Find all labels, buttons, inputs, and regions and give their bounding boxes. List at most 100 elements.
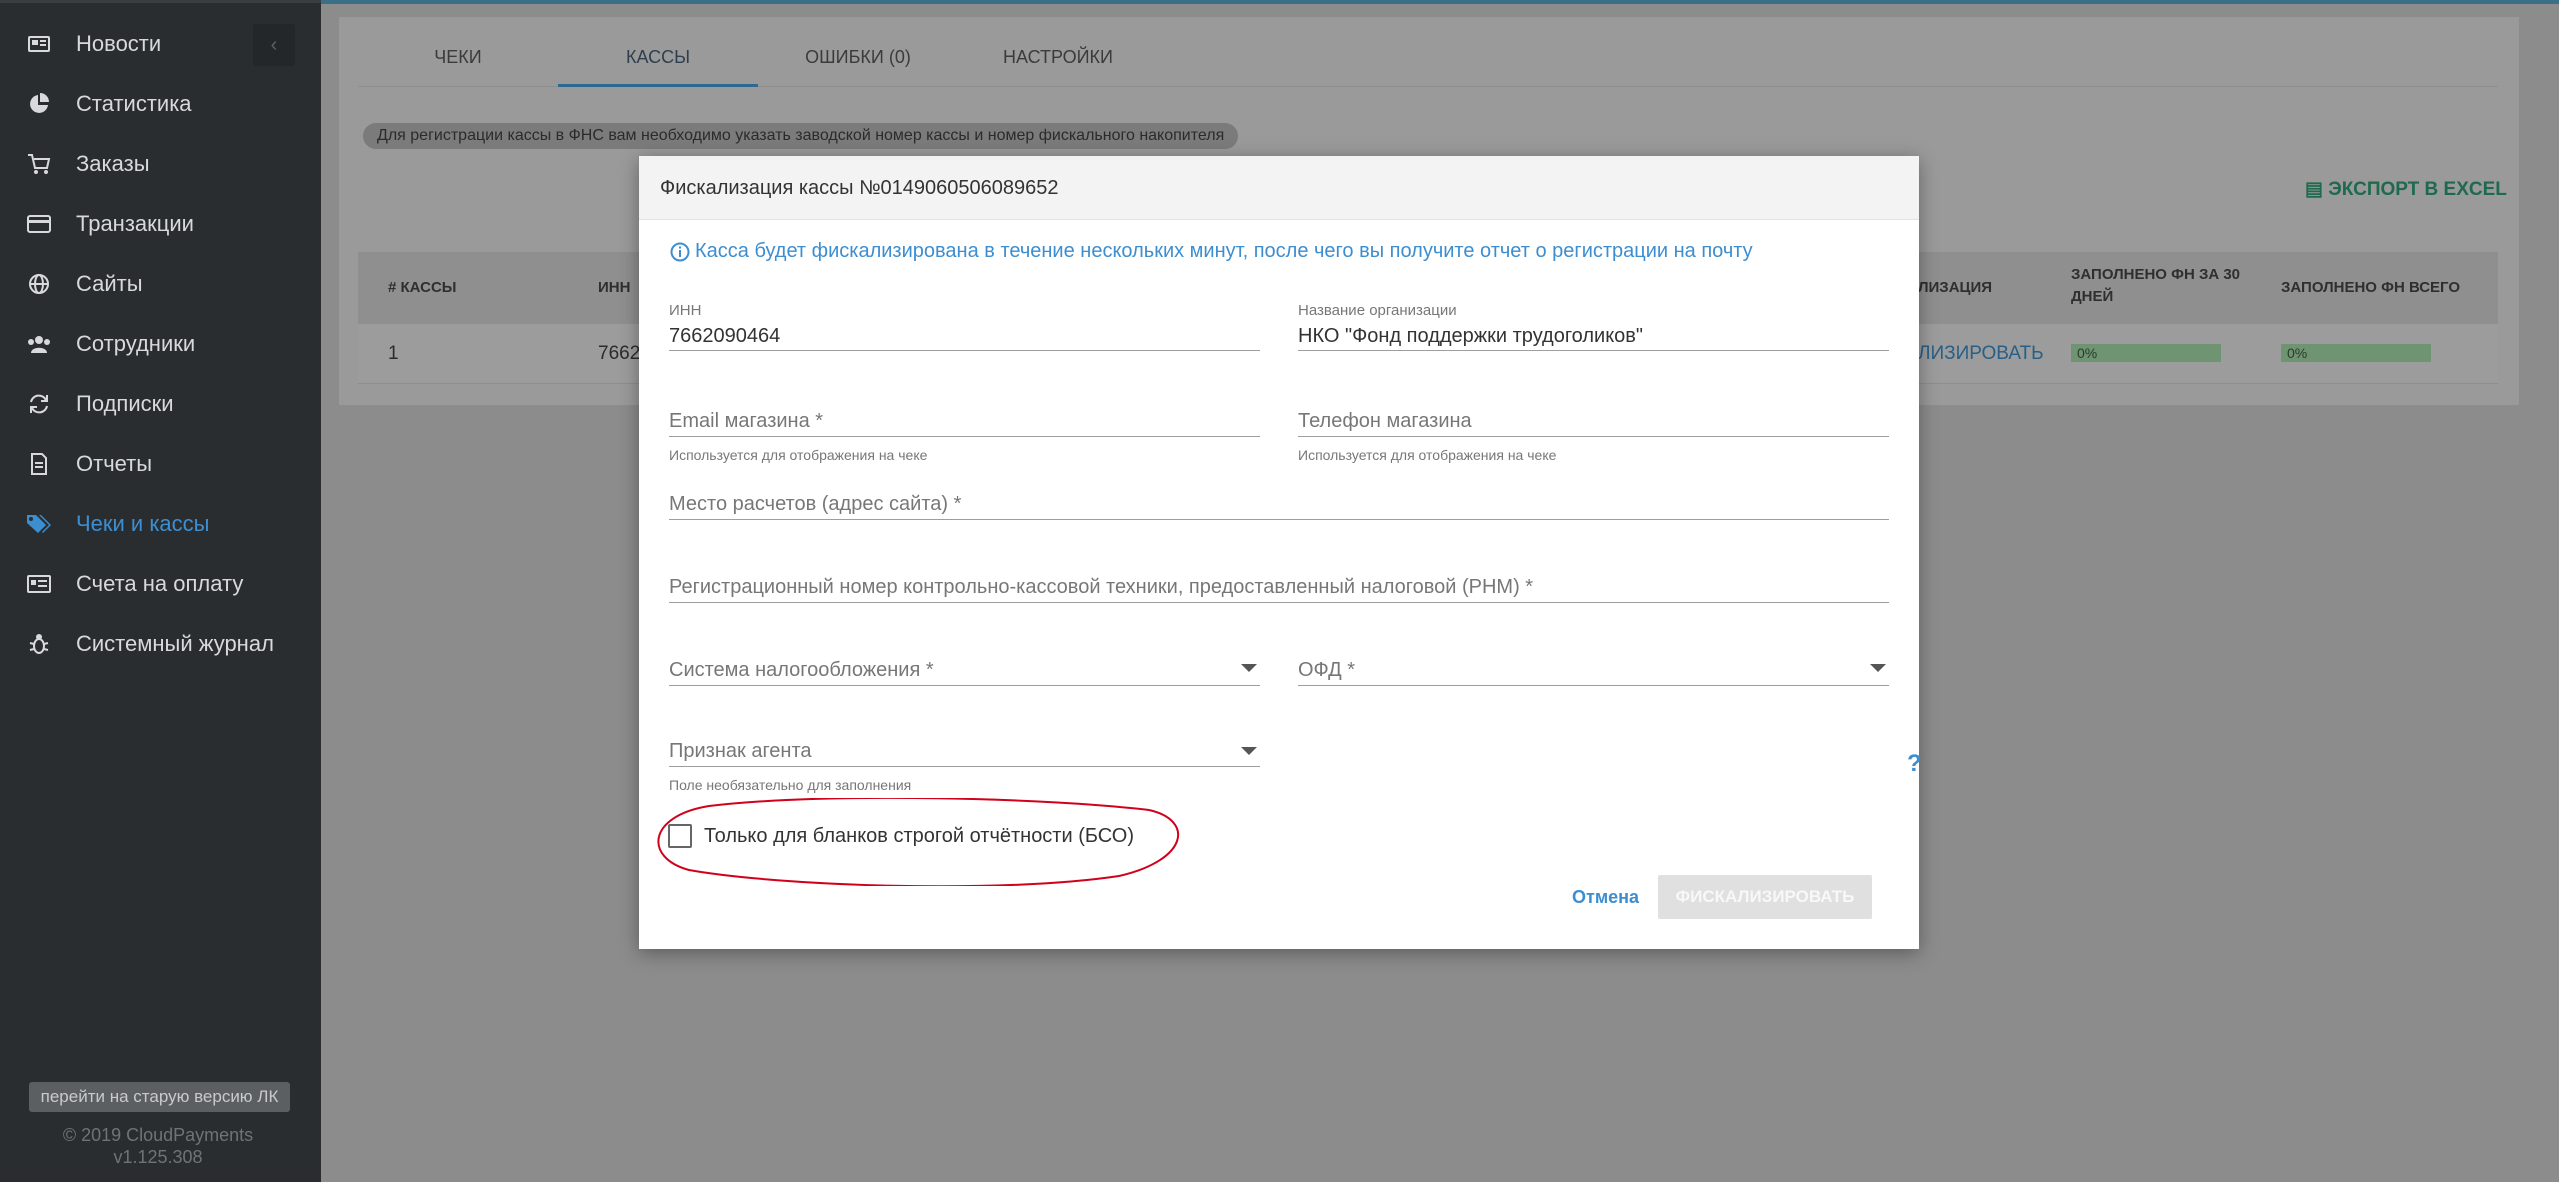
shop-phone-input[interactable]: Телефон магазина	[1298, 406, 1889, 436]
register-inn: 7662	[598, 343, 641, 364]
pie-chart-icon	[26, 91, 52, 117]
organization-name-label: Название организации	[1298, 302, 1457, 319]
version-text: v1.125.308	[113, 1147, 203, 1167]
credit-card-icon	[26, 211, 52, 237]
cancel-button[interactable]: Отмена	[1572, 876, 1639, 918]
field-underline	[669, 685, 1260, 686]
tab-settings[interactable]: НАСТРОЙКИ	[958, 30, 1158, 87]
tax-system-placeholder[interactable]: Система налогообложения *	[669, 655, 1260, 685]
tab-receipts[interactable]: ЧЕКИ	[358, 30, 558, 87]
field-underline	[669, 602, 1889, 603]
tab-registers[interactable]: КАССЫ	[558, 30, 758, 87]
column-header-line: ДНЕЙ	[2071, 288, 2114, 305]
fiscalization-dialog: Фискализация кассы №0149060506089652 Кас…	[639, 156, 1922, 949]
footer-info: © 2019 CloudPayments v1.125.308	[0, 1124, 316, 1168]
organization-name-field[interactable]: Название организации НКО "Фонд поддержки…	[1298, 302, 1889, 351]
inn-value[interactable]: 7662090464	[669, 322, 1260, 350]
field-underline	[1298, 436, 1889, 437]
fiscalize-link[interactable]: ЛИЗИРОВАТЬ	[1918, 343, 2044, 365]
agent-sign-select[interactable]: Признак агента Поле необязательно для за…	[669, 736, 1260, 793]
sidebar-nav: Новости Статистика Заказы Транзакции Сай…	[0, 14, 321, 674]
dropdown-arrow-icon[interactable]	[1241, 747, 1257, 755]
inn-label: ИНН	[669, 302, 702, 319]
column-header: # КАССЫ	[388, 279, 457, 296]
shop-phone-field[interactable]: Телефон магазина Используется для отобра…	[1298, 406, 1889, 463]
fn-total-progress: 0%	[2281, 344, 2431, 362]
fn-30-days-progress: 0%	[2071, 344, 2221, 362]
copyright-text: © 2019 CloudPayments	[62, 1125, 254, 1145]
old-version-link[interactable]: перейти на старую версию ЛК	[29, 1082, 290, 1112]
sidebar-item-subscriptions[interactable]: Подписки	[0, 374, 321, 434]
sidebar-item-label: Отчеты	[76, 451, 153, 476]
bug-icon	[26, 631, 52, 657]
bso-checkbox-row[interactable]: Только для бланков строгой отчётности (Б…	[668, 824, 1134, 848]
column-header-line: ЗАПОЛНЕНО ФН ЗА 30	[2071, 266, 2241, 283]
document-icon	[26, 451, 52, 477]
dropdown-arrow-icon[interactable]	[1241, 664, 1257, 672]
inn-field[interactable]: ИНН 7662090464	[669, 302, 1260, 351]
invoice-icon	[26, 571, 52, 597]
sidebar-item-label: Чеки и кассы	[76, 511, 210, 536]
tax-system-select[interactable]: Система налогообложения *	[669, 655, 1260, 686]
sidebar-item-receipts-and-registers[interactable]: Чеки и кассы	[0, 494, 321, 554]
sidebar-item-reports[interactable]: Отчеты	[0, 434, 321, 494]
ofd-select[interactable]: ОФД *	[1298, 655, 1889, 686]
shop-phone-hint: Используется для отображения на чеке	[1298, 447, 1557, 463]
users-icon	[26, 331, 52, 357]
column-header: ЗАПОЛНЕНО ФН ЗА 30 ДНЕЙ	[2071, 264, 2240, 308]
sidebar-item-label: Транзакции	[76, 211, 194, 236]
ofd-placeholder[interactable]: ОФД *	[1298, 655, 1889, 685]
field-underline	[669, 436, 1260, 437]
globe-icon	[26, 271, 52, 297]
field-underline	[669, 766, 1260, 767]
sidebar-item-label: Новости	[76, 31, 162, 56]
sidebar-top-divider	[0, 0, 321, 3]
sidebar-item-employees[interactable]: Сотрудники	[0, 314, 321, 374]
agent-sign-placeholder[interactable]: Признак агента	[669, 736, 1260, 766]
shop-email-field[interactable]: Email магазина * Используется для отобра…	[669, 406, 1260, 463]
fiscalization-info: Касса будет фискализирована в течение не…	[670, 240, 1753, 263]
settlement-place-input[interactable]: Место расчетов (адрес сайта) *	[669, 489, 1889, 519]
dropdown-arrow-icon[interactable]	[1870, 664, 1886, 672]
sidebar-item-transactions[interactable]: Транзакции	[0, 194, 321, 254]
cart-icon	[26, 151, 52, 177]
bso-checkbox[interactable]	[668, 824, 692, 848]
tab-errors[interactable]: ОШИБКИ (0)	[758, 30, 958, 87]
sidebar-item-orders[interactable]: Заказы	[0, 134, 321, 194]
sidebar-item-label: Статистика	[76, 91, 192, 116]
rnm-input[interactable]: Регистрационный номер контрольно-кассово…	[669, 572, 1889, 602]
tags-icon	[26, 511, 52, 537]
sidebar-item-system-log[interactable]: Системный журнал	[0, 614, 321, 674]
sidebar-item-news[interactable]: Новости	[0, 14, 321, 74]
shop-email-input[interactable]: Email магазина *	[669, 406, 1260, 436]
top-accent-line	[321, 0, 2559, 4]
dialog-title: Фискализация кассы №0149060506089652	[639, 156, 1919, 220]
excel-file-icon: ▤	[2305, 179, 2323, 200]
fiscalize-button[interactable]: ФИСКАЛИЗИРОВАТЬ	[1658, 875, 1872, 919]
register-number: 1	[388, 343, 399, 364]
info-icon	[670, 242, 690, 262]
sidebar-item-label: Сотрудники	[76, 331, 196, 356]
field-underline	[1298, 350, 1889, 351]
agent-sign-hint: Поле необязательно для заполнения	[669, 777, 912, 793]
sidebar-item-statistics[interactable]: Статистика	[0, 74, 321, 134]
shop-email-hint: Используется для отображения на чеке	[669, 447, 928, 463]
export-excel-button[interactable]: ▤ ЭКСПОРТ В EXCEL	[2305, 178, 2507, 201]
sidebar-item-invoices[interactable]: Счета на оплату	[0, 554, 321, 614]
help-icon[interactable]: ?	[1907, 750, 1922, 778]
sidebar-item-label: Системный журнал	[76, 631, 274, 656]
sidebar: ‹ Новости Статистика Заказы Транзакции С…	[0, 0, 321, 1182]
bso-label[interactable]: Только для бланков строгой отчётности (Б…	[704, 825, 1134, 848]
registration-notice: Для регистрации кассы в ФНС вам необходи…	[363, 123, 1239, 149]
field-underline	[669, 350, 1260, 351]
column-header: ЗАПОЛНЕНО ФН ВСЕГО	[2281, 279, 2461, 296]
rnm-field[interactable]: Регистрационный номер контрольно-кассово…	[669, 572, 1889, 603]
column-header: ЛИЗАЦИЯ	[1918, 279, 1993, 296]
settlement-place-field[interactable]: Место расчетов (адрес сайта) *	[669, 489, 1889, 520]
newspaper-icon	[26, 31, 52, 57]
sidebar-item-sites[interactable]: Сайты	[0, 254, 321, 314]
refresh-icon	[26, 391, 52, 417]
column-header: ИНН	[598, 279, 631, 296]
organization-name-value[interactable]: НКО "Фонд поддержки трудоголиков"	[1298, 322, 1889, 350]
field-underline	[1298, 685, 1889, 686]
